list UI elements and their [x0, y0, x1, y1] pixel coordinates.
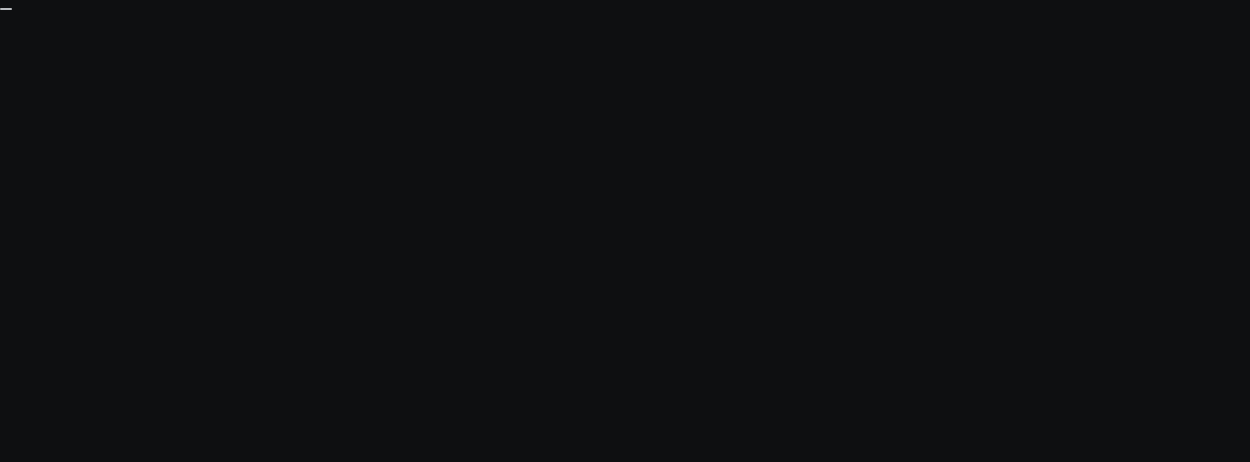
grafana-gpu-dashboard: GPU Temperature▾ 0 °C20 °C40 °C60 °C80 °… [0, 8, 12, 10]
